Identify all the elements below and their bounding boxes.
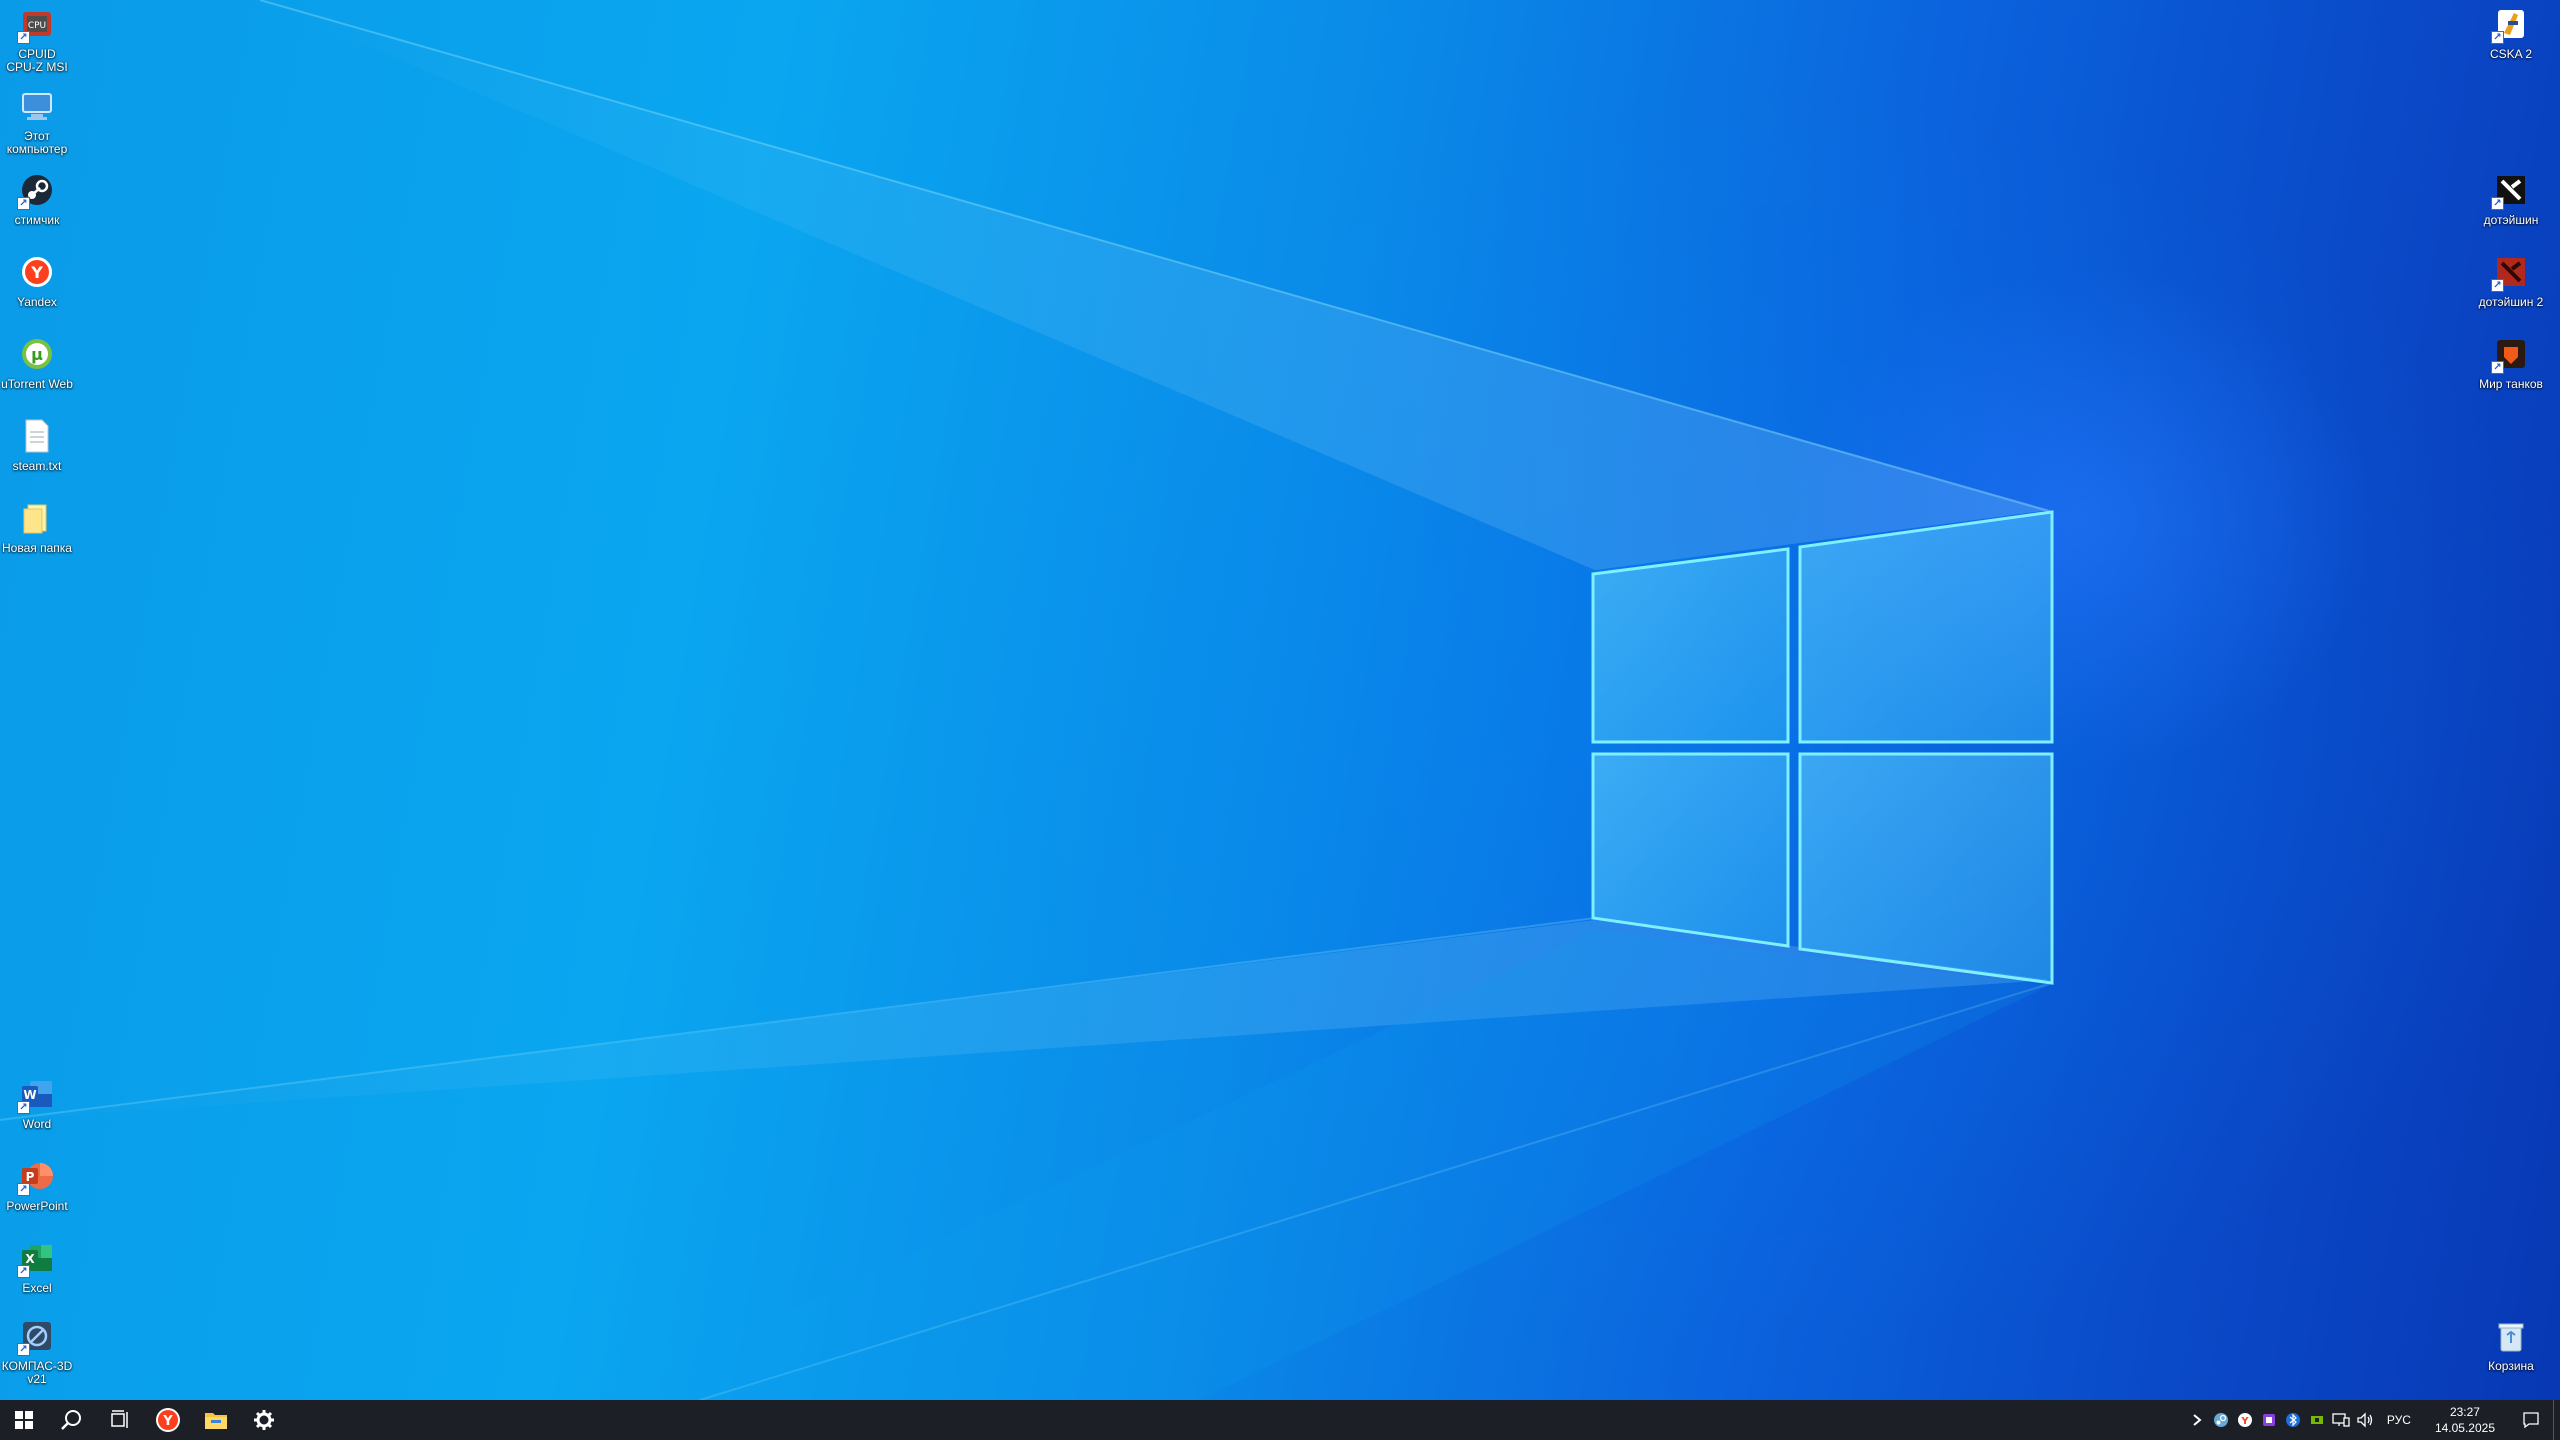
cpuz-icon: CPU ↗: [17, 4, 57, 44]
gear-icon: [254, 1410, 274, 1430]
world-of-tanks-shortcut[interactable]: ↗ Мир танков: [2474, 334, 2548, 391]
powerpoint-shortcut[interactable]: P ↗ PowerPoint: [0, 1156, 74, 1213]
svg-text:P: P: [26, 1170, 35, 1184]
wallpaper-light-beams: [0, 0, 2054, 1400]
excel-icon: X ↗: [17, 1238, 57, 1278]
dota-shortcut[interactable]: ↗ дотэйшин: [2474, 170, 2548, 227]
recycle-bin-icon: [2491, 1316, 2531, 1356]
word-shortcut[interactable]: W ↗ Word: [0, 1074, 74, 1131]
cska-icon: ↗: [2491, 4, 2531, 44]
word-icon: W ↗: [17, 1074, 57, 1114]
icon-label: uTorrent Web: [1, 377, 73, 391]
icon-label: Excel: [22, 1281, 52, 1295]
input-language-indicator[interactable]: РУС: [2377, 1413, 2421, 1427]
folder-icon: [205, 1413, 227, 1429]
powerpoint-icon: P ↗: [17, 1156, 57, 1196]
yandex-icon: Y: [156, 1408, 180, 1432]
kompas-icon: ↗: [17, 1316, 57, 1356]
windows-logo-wallpaper: [1591, 510, 2054, 985]
icon-label: стимчик: [14, 213, 60, 227]
icon-label: Новая папка: [2, 541, 72, 555]
dota2-icon: ↗: [2491, 252, 2531, 292]
start-button[interactable]: [0, 1400, 48, 1440]
system-tray: Y РУС 23:27 14.05.2025: [2185, 1400, 2560, 1440]
steam-shortcut[interactable]: ↗ стимчик: [0, 170, 74, 227]
svg-text:Y: Y: [162, 1414, 173, 1429]
cpuz-shortcut[interactable]: CPU ↗ CPUID CPU-Z MSI: [0, 4, 74, 74]
icon-label: Мир танков: [2479, 377, 2543, 391]
search-icon: [61, 1410, 81, 1430]
yandex-icon[interactable]: Y: [2233, 1400, 2257, 1440]
taskbar: Y Y РУС 23:27 14.05.2025: [0, 1400, 2560, 1440]
folder-icon: [17, 498, 57, 538]
network-icon[interactable]: [2329, 1400, 2353, 1440]
show-desktop-button[interactable]: [2553, 1400, 2560, 1440]
icon-label: CPUID CPU-Z MSI: [6, 47, 68, 74]
icon-label: Корзина: [2488, 1359, 2534, 1373]
icon-label: КОМПАС-3D v21: [1, 1359, 73, 1386]
this-pc[interactable]: Этот компьютер: [0, 86, 74, 156]
clock-date: 14.05.2025: [2434, 1421, 2495, 1435]
settings-taskbar-button[interactable]: [240, 1400, 288, 1440]
svg-text:µ: µ: [31, 345, 43, 364]
cska2-shortcut[interactable]: ↗ CSKA 2: [2474, 4, 2548, 61]
yandex-shortcut[interactable]: Y Yandex: [0, 252, 74, 309]
volume-icon[interactable]: [2353, 1400, 2377, 1440]
kompas-shortcut[interactable]: ↗ КОМПАС-3D v21: [0, 1316, 74, 1386]
new-folder[interactable]: Новая папка: [0, 498, 74, 555]
task-view-button[interactable]: [96, 1400, 144, 1440]
yandex-taskbar-button[interactable]: Y: [144, 1400, 192, 1440]
icon-label: дотэйшин 2: [2478, 295, 2544, 309]
icon-label: Этот компьютер: [6, 129, 68, 156]
icon-label: Word: [22, 1117, 52, 1131]
task-view-icon: [111, 1410, 128, 1428]
chevron-right-icon[interactable]: [2185, 1400, 2209, 1440]
utorrent-web-shortcut[interactable]: µ uTorrent Web: [0, 334, 74, 391]
clock[interactable]: 23:27 14.05.2025: [2421, 1404, 2509, 1436]
svg-text:X: X: [25, 1252, 35, 1266]
computer-icon: [17, 86, 57, 126]
icon-label: PowerPoint: [6, 1199, 68, 1213]
svg-text:W: W: [23, 1088, 36, 1102]
clock-time: 23:27: [2449, 1405, 2480, 1419]
icon-label: steam.txt: [12, 459, 62, 473]
icon-label: дотэйшин: [2483, 213, 2539, 227]
dota-icon: ↗: [2491, 170, 2531, 210]
svg-text:Y: Y: [2240, 1416, 2249, 1427]
steam-txt-file[interactable]: steam.txt: [0, 416, 74, 473]
desktop[interactable]: CPU ↗ CPUID CPU-Z MSI Этот компьютер ↗ с…: [0, 0, 2560, 1400]
windows-logo-icon: [15, 1411, 33, 1429]
text-file-icon: [17, 416, 57, 456]
tanks-icon: ↗: [2491, 334, 2531, 374]
search-button[interactable]: [48, 1400, 96, 1440]
svg-text:Y: Y: [30, 263, 43, 282]
icon-label: Yandex: [17, 295, 57, 309]
yandex-icon: Y: [17, 252, 57, 292]
utorrent-icon: µ: [17, 334, 57, 374]
bluetooth-icon[interactable]: [2281, 1400, 2305, 1440]
excel-shortcut[interactable]: X ↗ Excel: [0, 1238, 74, 1295]
recycle-bin[interactable]: Корзина: [2474, 1316, 2548, 1373]
nvidia-icon[interactable]: [2305, 1400, 2329, 1440]
file-explorer-taskbar-button[interactable]: [192, 1400, 240, 1440]
steam-icon[interactable]: [2209, 1400, 2233, 1440]
steam-icon: ↗: [17, 170, 57, 210]
dota2-shortcut[interactable]: ↗ дотэйшин 2: [2474, 252, 2548, 309]
notifications-icon[interactable]: [2509, 1400, 2553, 1440]
icon-label: CSKA 2: [2489, 47, 2533, 61]
app-icon[interactable]: [2257, 1400, 2281, 1440]
svg-text:CPU: CPU: [28, 21, 46, 31]
